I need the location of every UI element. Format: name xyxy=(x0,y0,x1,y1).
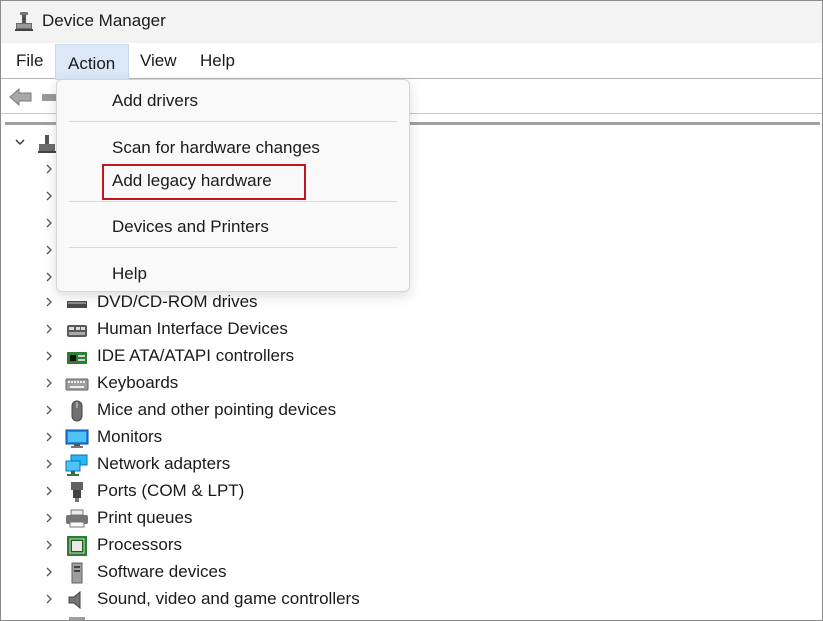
monitor-icon xyxy=(65,429,89,448)
chevron-right-icon[interactable] xyxy=(43,485,55,497)
tree-item-network[interactable]: Network adapters xyxy=(5,451,820,478)
window-title: Device Manager xyxy=(42,11,166,30)
menu-item-add-drivers[interactable]: Add drivers xyxy=(112,91,198,111)
tree-item-label: Network adapters xyxy=(97,454,231,473)
menu-separator xyxy=(69,247,397,248)
chevron-right-icon[interactable] xyxy=(43,244,55,256)
tree-item-label: Keyboards xyxy=(97,373,179,392)
tree-item-label: Software devices xyxy=(97,562,227,581)
chevron-right-icon[interactable] xyxy=(43,323,55,335)
chevron-right-icon[interactable] xyxy=(43,377,55,389)
sound-icon xyxy=(68,590,81,610)
menu-separator xyxy=(69,201,397,202)
tree-item-keyboards[interactable]: Keyboards xyxy=(5,370,820,397)
chevron-right-icon[interactable] xyxy=(43,296,55,308)
chevron-right-icon[interactable] xyxy=(43,593,55,605)
tree-item-partial[interactable] xyxy=(5,613,820,620)
chevron-right-icon[interactable] xyxy=(43,458,55,470)
device-manager-window: Device Manager File Action View Help DVD… xyxy=(0,0,823,621)
tree-item-dvd[interactable]: DVD/CD-ROM drives xyxy=(5,289,820,316)
chevron-down-icon[interactable] xyxy=(14,136,26,148)
network-adapter-icon xyxy=(65,454,88,476)
dvd-drive-icon xyxy=(67,301,87,308)
menu-item-scan-hardware[interactable]: Scan for hardware changes xyxy=(112,138,320,158)
highlight-box xyxy=(102,164,306,200)
tree-item-label: Ports (COM & LPT) xyxy=(97,481,245,500)
tree-item-sound[interactable]: Sound, video and game controllers xyxy=(5,586,820,613)
tree-item-hid[interactable]: Human Interface Devices xyxy=(5,316,820,343)
tree-item-ide[interactable]: IDE ATA/ATAPI controllers xyxy=(5,343,820,370)
chevron-right-icon[interactable] xyxy=(43,539,55,551)
menu-item-help[interactable]: Help xyxy=(112,264,147,284)
chevron-right-icon[interactable] xyxy=(43,431,55,443)
menu-action[interactable]: Action xyxy=(55,44,129,80)
keyboard-icon xyxy=(65,378,89,391)
tree-item-print-queues[interactable]: Print queues xyxy=(5,505,820,532)
tree-item-label: DVD/CD-ROM drives xyxy=(97,292,258,311)
title-bar: Device Manager xyxy=(1,1,822,43)
back-arrow-icon[interactable] xyxy=(8,86,34,108)
tree-item-label: Processors xyxy=(97,535,183,554)
chevron-right-icon[interactable] xyxy=(43,190,55,202)
tree-item-mice[interactable]: Mice and other pointing devices xyxy=(5,397,820,424)
chevron-right-icon[interactable] xyxy=(43,163,55,175)
mouse-icon xyxy=(71,400,83,422)
tree-item-label: Monitors xyxy=(97,427,163,446)
menu-help[interactable]: Help xyxy=(188,44,247,78)
menu-item-devices-printers[interactable]: Devices and Printers xyxy=(112,217,269,237)
forward-arrow-icon[interactable] xyxy=(41,86,57,108)
tree-item-label: Human Interface Devices xyxy=(97,319,288,338)
menu-bar: File Action View Help xyxy=(1,44,822,80)
port-icon xyxy=(71,482,83,502)
chevron-right-icon[interactable] xyxy=(43,350,55,362)
menu-separator xyxy=(69,121,397,122)
chevron-right-icon[interactable] xyxy=(43,271,55,283)
chevron-right-icon[interactable] xyxy=(43,217,55,229)
device-manager-icon xyxy=(15,12,33,31)
chevron-right-icon[interactable] xyxy=(43,566,55,578)
software-device-icon xyxy=(71,562,83,584)
tree-item-label: Print queues xyxy=(97,508,193,527)
tree-item-label: Mice and other pointing devices xyxy=(97,400,337,419)
tree-item-label: IDE ATA/ATAPI controllers xyxy=(97,346,295,365)
processor-icon xyxy=(67,536,87,556)
tree-item-ports[interactable]: Ports (COM & LPT) xyxy=(5,478,820,505)
chevron-right-icon[interactable] xyxy=(43,404,55,416)
tree-item-label: Sound, video and game controllers xyxy=(97,589,360,608)
menu-file[interactable]: File xyxy=(4,44,55,78)
tree-item-processors[interactable]: Processors xyxy=(5,532,820,559)
ide-controller-icon xyxy=(67,352,87,364)
hid-icon xyxy=(67,325,87,337)
printer-icon xyxy=(66,509,88,528)
tree-item-monitors[interactable]: Monitors xyxy=(5,424,820,451)
tree-item-software[interactable]: Software devices xyxy=(5,559,820,586)
action-menu: Add drivers Scan for hardware changes Ad… xyxy=(56,79,410,292)
storage-controller-icon xyxy=(69,617,85,620)
menu-view[interactable]: View xyxy=(128,44,189,78)
chevron-right-icon[interactable] xyxy=(43,512,55,524)
